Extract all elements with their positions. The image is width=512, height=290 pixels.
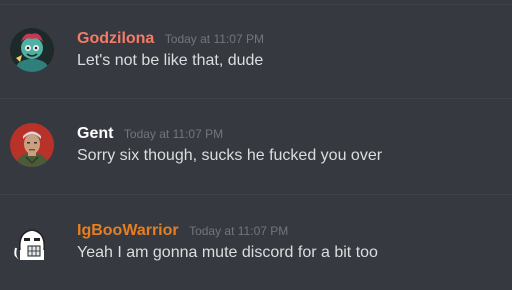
user-avatar-igboowarrior[interactable] — [10, 220, 54, 264]
message-text: Let's not be like that, dude — [77, 52, 264, 69]
message-divider — [0, 4, 512, 5]
message-timestamp: Today at 11:07 PM — [164, 32, 264, 46]
message-header: Gent Today at 11:07 PM — [77, 125, 223, 143]
message-item: Godzilona Today at 11:07 PM Let's not be… — [0, 28, 512, 90]
uniformed-man-icon — [10, 123, 54, 167]
message-timestamp: Today at 11:07 PM — [123, 127, 224, 141]
message-divider — [0, 194, 512, 195]
zombie-character-icon — [10, 28, 54, 72]
username[interactable]: Godzilona — [77, 30, 154, 47]
message-timestamp: Today at 11:07 PM — [189, 224, 289, 238]
message-divider — [0, 98, 512, 99]
username[interactable]: IgBooWarrior — [77, 222, 179, 239]
username[interactable]: Gent — [77, 125, 113, 142]
message-header: IgBooWarrior Today at 11:07 PM — [77, 222, 288, 240]
message-item: IgBooWarrior Today at 11:07 PM Yeah I am… — [0, 220, 512, 282]
message-text: Yeah I am gonna mute discord for a bit t… — [77, 244, 378, 261]
user-avatar-godzilona[interactable] — [10, 28, 54, 72]
chat-message-list: Godzilona Today at 11:07 PM Let's not be… — [0, 0, 512, 290]
meme-face-icon — [10, 220, 54, 264]
message-text: Sorry six though, sucks he fucked you ov… — [77, 147, 383, 164]
message-header: Godzilona Today at 11:07 PM — [77, 30, 264, 48]
user-avatar-gent[interactable] — [10, 123, 54, 167]
message-item: Gent Today at 11:07 PM Sorry six though,… — [0, 123, 512, 185]
